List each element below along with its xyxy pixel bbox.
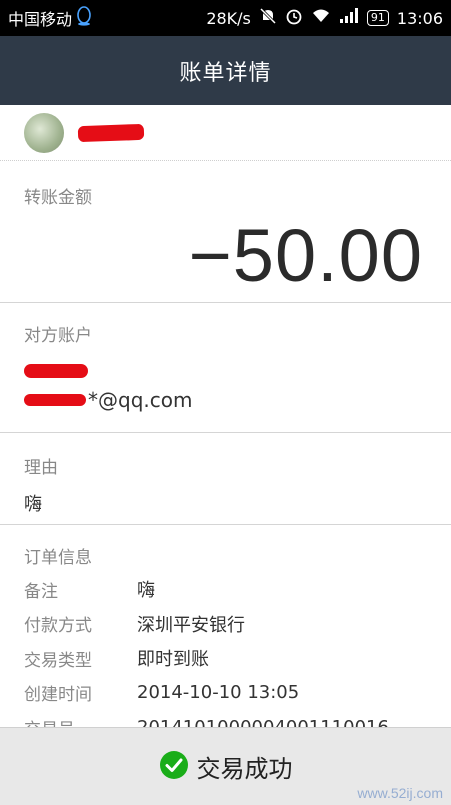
- account-email-suffix: *@qq.com: [88, 388, 193, 412]
- order-label: 订单信息: [24, 548, 92, 568]
- order-key: 创建时间: [24, 685, 92, 706]
- order-key: 交易号: [24, 715, 137, 727]
- nav-bar: 账单详情: [0, 36, 451, 105]
- account-email-line: *@qq.com: [24, 388, 431, 412]
- clock-time: 13:06: [396, 8, 443, 28]
- status-right-group: 28K/s 91 13:06: [206, 7, 443, 29]
- carrier-name: 中国移动: [8, 10, 73, 29]
- order-row-transaction-type: 交易类型 即时到账: [24, 641, 427, 676]
- transfer-amount: −50.00: [188, 214, 423, 297]
- order-value: 2014101000004001110016: [137, 717, 389, 727]
- account-label: 对方账户: [24, 326, 92, 346]
- alarm-clock-icon: [285, 7, 303, 29]
- account-section: 对方账户 *@qq.com: [0, 303, 451, 433]
- order-key: 备注: [24, 581, 58, 602]
- order-value: 2014-10-10 13:05: [137, 682, 300, 704]
- wifi-icon: [311, 8, 331, 28]
- order-key: 付款方式: [24, 616, 92, 637]
- order-key: 交易类型: [24, 650, 92, 671]
- mute-bell-icon: [259, 7, 277, 29]
- redacted-email-prefix: [24, 394, 86, 406]
- order-row-payment-method: 付款方式 深圳平安银行: [24, 607, 427, 642]
- watermark: www.52ij.com: [357, 785, 443, 801]
- page-title: 账单详情: [179, 60, 272, 86]
- order-section: 订单信息 备注 嗨 付款方式 深圳平安银行 交易类型 即时到账 创建时间 201…: [0, 525, 451, 727]
- carrier-group: 中国移动: [8, 6, 92, 30]
- amount-section: 转账金额 −50.00: [0, 161, 451, 303]
- transaction-status-text: 交易成功: [196, 755, 293, 783]
- bill-details[interactable]: 转账金额 −50.00 对方账户 *@qq.com 理由 嗨 订单信息 备注 嗨…: [0, 105, 451, 727]
- qq-penguin-icon: [76, 6, 92, 30]
- order-row-created-time: 创建时间 2014-10-10 13:05: [24, 676, 427, 711]
- network-speed: 28K/s: [206, 8, 251, 28]
- redacted-account-name: [24, 364, 88, 378]
- order-row-transaction-id: 交易号 2014101000004001110016: [24, 710, 427, 727]
- order-value: 即时到账: [137, 649, 209, 671]
- reason-label: 理由: [24, 458, 58, 478]
- redacted-name: [77, 123, 145, 142]
- amount-label: 转账金额: [24, 188, 92, 208]
- reason-value: 嗨: [24, 494, 42, 515]
- battery-icon: 91: [366, 10, 389, 26]
- payee-row[interactable]: [0, 105, 451, 161]
- avatar[interactable]: [24, 112, 64, 153]
- order-value: 深圳平安银行: [137, 614, 245, 636]
- signal-icon: [339, 8, 359, 28]
- status-bar: 中国移动 28K/s 91 13:06: [0, 0, 451, 36]
- check-circle-icon: [159, 750, 189, 784]
- order-row-note: 备注 嗨: [24, 572, 427, 607]
- order-value: 嗨: [137, 580, 155, 602]
- reason-section: 理由 嗨: [0, 433, 451, 525]
- account-name-line: [24, 360, 431, 382]
